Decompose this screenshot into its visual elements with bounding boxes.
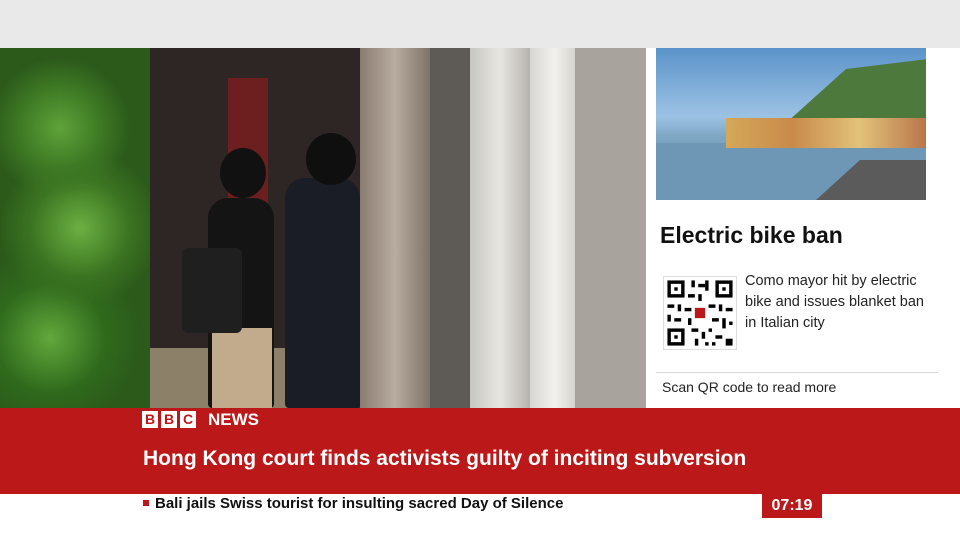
sidebar-divider [656,372,938,373]
bbc-logo-letter: C [180,411,196,428]
person-figure [285,178,360,408]
headline-text: Hong Kong court finds activists guilty o… [143,447,747,470]
news-video-footage [0,48,646,408]
ticker-bullet-icon [143,500,149,506]
clock: 07:19 [762,494,822,518]
bbc-logo-letter: B [161,411,177,428]
sidebar-description: Como mayor hit by electric bike and issu… [745,273,924,331]
tree-foliage [0,48,150,408]
tote-bag [182,248,242,333]
sidebar-title: Electric bike ban [660,222,843,248]
qr-code-icon[interactable] [663,276,737,350]
top-letterbox [0,0,960,48]
lakeside-town-photo [656,48,926,200]
ticker-text: Bali jails Swiss tourist for insulting s… [155,495,564,512]
bbc-logo-letter: B [142,411,158,428]
news-label: NEWS [208,410,259,429]
scan-qr-prompt: Scan QR code to read more [662,379,837,395]
bbc-logo: B B C [142,411,196,428]
